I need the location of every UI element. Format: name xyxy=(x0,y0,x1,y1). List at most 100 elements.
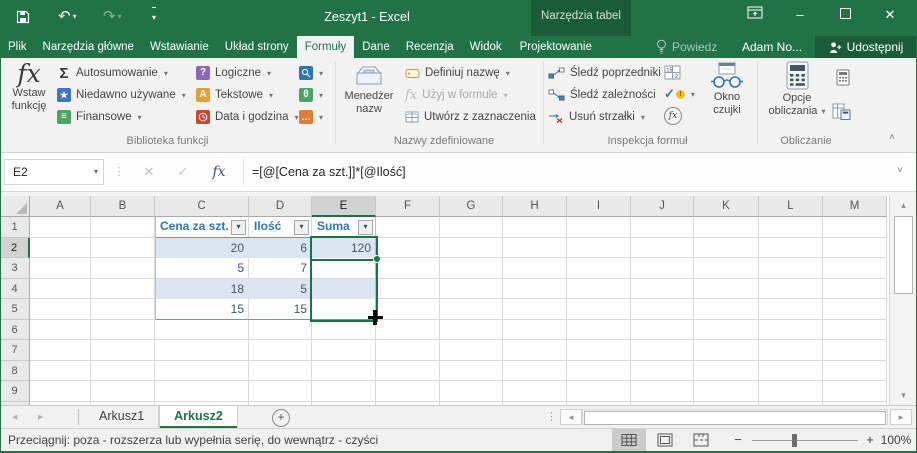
column-header-G[interactable]: G xyxy=(440,196,503,217)
row-header-3[interactable]: 3 xyxy=(0,258,30,279)
sheet-tab-arkusz1[interactable]: Arkusz1 xyxy=(85,406,159,428)
column-header-M[interactable]: M xyxy=(823,196,887,217)
filter-dropdown-button[interactable]: ▾ xyxy=(231,220,246,235)
vertical-scroll-thumb[interactable] xyxy=(894,216,913,294)
zoom-slider-track[interactable] xyxy=(752,440,858,441)
vertical-scrollbar[interactable]: ▴ ▾ xyxy=(889,196,917,405)
worksheet-grid[interactable]: ABCDEFGHIJKLM12345678910Cena za szt.▾Ilo… xyxy=(0,196,889,405)
horizontal-scroll-thumb[interactable] xyxy=(584,411,886,425)
close-button[interactable]: ✕ xyxy=(868,0,912,30)
watch-window-button[interactable]: Okno czujki xyxy=(700,62,754,117)
minimize-button[interactable]: – xyxy=(778,0,822,30)
recently-used-button[interactable]: ★ Niedawno używane ▾ xyxy=(57,84,186,106)
zoom-level[interactable]: 100% xyxy=(878,429,914,451)
sheet-nav-next-button[interactable]: ▸ xyxy=(38,406,44,428)
calculation-options-button[interactable]: Opcje obliczania ▾ xyxy=(762,61,832,118)
collapse-ribbon-button[interactable]: ˄ xyxy=(889,132,895,143)
horizontal-scrollbar[interactable] xyxy=(582,409,888,425)
name-box[interactable]: E2▾ xyxy=(4,159,104,185)
insert-function-button[interactable]: fx Wstaw funkcję xyxy=(4,61,54,113)
column-header-J[interactable]: J xyxy=(631,196,694,217)
row-header-5[interactable]: 5 xyxy=(0,299,30,320)
calculate-now-button[interactable] xyxy=(836,66,850,88)
hscroll-right-arrow[interactable]: ▸ xyxy=(890,409,912,425)
define-name-button[interactable]: Definiuj nazwę ▾ xyxy=(405,62,510,84)
name-box-splitter[interactable]: ⋮ xyxy=(106,159,132,185)
hscroll-left-arrow[interactable]: ◂ xyxy=(560,409,582,425)
column-header-F[interactable]: F xyxy=(376,196,440,217)
formula-input[interactable]: =[@[Cena za szt.]]*[@Ilość] xyxy=(252,159,406,185)
column-header-C[interactable]: C xyxy=(155,196,249,217)
sheet-tab-arkusz2[interactable]: Arkusz2 xyxy=(159,406,238,428)
new-sheet-button[interactable]: + xyxy=(272,409,290,427)
scroll-up-arrow[interactable]: ▴ xyxy=(890,200,917,211)
financial-button[interactable]: ≡ Finansowe ▾ xyxy=(57,106,142,128)
column-header-I[interactable]: I xyxy=(567,196,631,217)
calculate-sheet-button[interactable] xyxy=(832,100,851,122)
math-trig-button[interactable]: θ ▾ xyxy=(299,84,323,106)
autosum-button[interactable]: Σ Autosumowanie ▾ xyxy=(57,62,168,84)
text-button[interactable]: A Tekstowe ▾ xyxy=(196,84,273,106)
column-header-D[interactable]: D xyxy=(249,196,312,217)
tab-narzędzia-główne[interactable]: Narzędzia główne xyxy=(35,36,142,58)
undo-button[interactable]: ↶▾ xyxy=(58,8,77,26)
tell-me-button[interactable]: Powiedz xyxy=(656,36,717,58)
row-header-8[interactable]: 8 xyxy=(0,361,30,382)
account-user-button[interactable]: Adam No... xyxy=(742,36,802,58)
row-header-2[interactable]: 2 xyxy=(0,238,30,259)
tab-plik[interactable]: Plik xyxy=(0,36,35,58)
view-page-layout-button[interactable] xyxy=(648,429,682,451)
tab-recenzja[interactable]: Recenzja xyxy=(398,36,462,58)
view-normal-button[interactable] xyxy=(612,429,646,451)
sigma-icon: Σ xyxy=(57,65,71,82)
row-header-9[interactable]: 9 xyxy=(0,381,30,402)
fill-handle[interactable] xyxy=(373,255,381,263)
trace-dependents-button[interactable]: Śledź zależności xyxy=(548,84,656,106)
insert-function-fx-button[interactable]: fx xyxy=(206,159,232,185)
date-time-button[interactable]: Data i godzina ▾ xyxy=(196,106,299,128)
show-formulas-button[interactable]: 152 xyxy=(664,61,681,83)
save-button[interactable] xyxy=(16,10,30,29)
scroll-down-arrow[interactable]: ▾ xyxy=(890,390,917,401)
filter-dropdown-button[interactable]: ▾ xyxy=(358,220,373,235)
create-from-selection-button[interactable]: Utwórz z zaznaczenia xyxy=(405,106,536,128)
share-button[interactable]: Udostępnij xyxy=(815,36,917,58)
ribbon-display-options-button[interactable] xyxy=(733,0,777,30)
column-header-A[interactable]: A xyxy=(30,196,91,217)
tab-dane[interactable]: Dane xyxy=(354,36,398,58)
tab-scroll-splitter[interactable]: ⋮ xyxy=(546,406,557,428)
row-header-1[interactable]: 1 xyxy=(0,217,30,238)
redo-button[interactable]: ↷▾ xyxy=(103,8,122,26)
tab-wstawianie[interactable]: Wstawianie xyxy=(142,36,217,58)
column-header-L[interactable]: L xyxy=(759,196,823,217)
trace-precedents-button[interactable]: Śledź poprzedniki xyxy=(548,62,661,84)
tab-formuły[interactable]: Formuły xyxy=(297,36,355,58)
view-page-break-button[interactable] xyxy=(684,429,718,451)
tab-układ-strony[interactable]: Układ strony xyxy=(217,36,297,58)
filter-dropdown-button[interactable]: ▾ xyxy=(294,220,309,235)
zoom-slider-thumb[interactable] xyxy=(792,434,797,447)
zoom-in-button[interactable]: + xyxy=(862,429,878,451)
column-header-B[interactable]: B xyxy=(91,196,155,217)
maximize-button[interactable] xyxy=(823,0,867,30)
name-manager-button[interactable]: Menedżer nazw xyxy=(340,63,398,116)
row-header-4[interactable]: 4 xyxy=(0,279,30,300)
column-header-H[interactable]: H xyxy=(503,196,567,217)
more-functions-button[interactable]: … ▾ xyxy=(299,106,323,128)
tab-widok[interactable]: Widok xyxy=(462,36,510,58)
expand-formula-bar-button[interactable]: ˅ xyxy=(897,165,903,176)
row-header-6[interactable]: 6 xyxy=(0,320,30,341)
error-checking-button[interactable]: ✓! ▾ xyxy=(664,83,695,105)
sheet-nav-prev-button[interactable]: ◂ xyxy=(12,406,18,428)
column-header-E[interactable]: E xyxy=(312,196,376,217)
column-header-K[interactable]: K xyxy=(694,196,759,217)
logical-button[interactable]: ? Logiczne ▾ xyxy=(196,62,271,84)
zoom-out-button[interactable]: − xyxy=(730,429,746,451)
row-header-7[interactable]: 7 xyxy=(0,340,30,361)
customize-qat-button[interactable]: ▾ xyxy=(152,7,156,27)
tab-projektowanie[interactable]: Projektowanie xyxy=(510,36,602,58)
evaluate-formula-button[interactable]: fx xyxy=(664,105,682,127)
select-all-corner[interactable] xyxy=(0,196,30,217)
remove-arrows-button[interactable]: Usuń strzałki ▾ xyxy=(548,106,645,128)
lookup-reference-button[interactable]: ▾ xyxy=(299,62,323,84)
